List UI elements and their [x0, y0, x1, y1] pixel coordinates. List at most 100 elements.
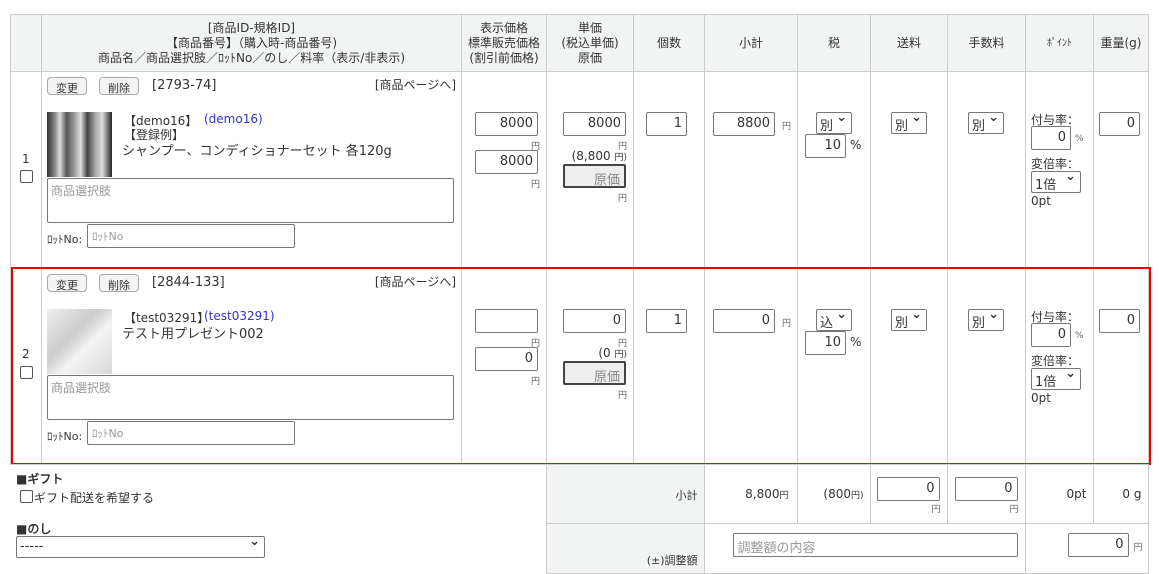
yen-label: 円)	[850, 491, 864, 501]
tax-rate-input[interactable]: 10	[805, 331, 846, 355]
product-id: [2793-74]	[152, 78, 217, 93]
summary-label: 小計	[675, 489, 698, 502]
subtotal-input[interactable]: 0	[713, 309, 775, 333]
cost-input[interactable]: 原価	[563, 361, 626, 385]
unit-price-cell: 0円 (0 円) 原価円	[546, 268, 634, 464]
row-number: 1	[22, 152, 30, 166]
table-row: 1 変更 削除 [2793-74] [商品ページへ] 【demo16】 (dem…	[10, 71, 1149, 269]
summary-weight-value: 0 g	[1122, 487, 1142, 501]
purchase-code-link[interactable]: (test03291)	[204, 309, 275, 323]
yen-label: 円	[617, 391, 627, 401]
multiplier-select[interactable]: 1倍	[1031, 169, 1081, 193]
percent-label: %	[850, 335, 862, 349]
option-textarea[interactable]: 商品選択肢	[47, 178, 454, 223]
points-value: 0pt	[1031, 194, 1051, 208]
percent-label: %	[850, 138, 862, 152]
gift-checkbox[interactable]	[20, 490, 33, 503]
shipping-cell: 別	[870, 71, 948, 269]
qty-input[interactable]: 1	[646, 309, 687, 333]
weight-input[interactable]: 0	[1099, 309, 1140, 333]
qty-input[interactable]: 1	[646, 112, 687, 136]
header-line: 原価	[577, 50, 602, 65]
summary-fee-input[interactable]: 0	[954, 477, 1018, 501]
row-select-checkbox[interactable]	[20, 170, 33, 183]
yen-label: 円	[782, 319, 792, 329]
tax-cell: 込10%	[797, 268, 871, 464]
product-page-link[interactable]: [商品ページへ]	[375, 76, 456, 93]
delete-button[interactable]: 削除	[99, 274, 139, 292]
display-price-input[interactable]: 8000	[475, 112, 538, 136]
product-cell: 変更 削除 [2793-74] [商品ページへ] 【demo16】 (demo1…	[41, 71, 462, 269]
header-point: ﾎﾟｲﾝﾄ	[1025, 14, 1094, 72]
delete-button[interactable]: 削除	[99, 77, 139, 95]
header-no	[10, 14, 42, 72]
std-price-input[interactable]: 0	[475, 347, 538, 371]
product-cell: 変更 削除 [2844-133] [商品ページへ] 【test03291】 (t…	[41, 268, 462, 464]
lot-label: ﾛｯﾄNo:	[47, 233, 83, 246]
header-weight: 重量(g)	[1093, 14, 1149, 72]
unit-price-input[interactable]: 0	[563, 309, 626, 333]
adjust-amount-input[interactable]: 0	[1067, 533, 1129, 557]
summary-tax: (800円)	[796, 464, 871, 524]
subtotal-input[interactable]: 8800	[713, 112, 775, 136]
std-price-input[interactable]: 8000	[475, 150, 538, 174]
header-line: 【商品番号】（購入時-商品番号)	[165, 35, 337, 50]
tax-rate-input[interactable]: 10	[805, 134, 846, 158]
grant-rate-input[interactable]: 0	[1031, 323, 1071, 347]
purchase-code-link[interactable]: (demo16)	[204, 112, 263, 126]
fee-select[interactable]: 別	[968, 110, 1004, 134]
fee-cell: 別	[947, 71, 1026, 269]
change-button[interactable]: 変更	[47, 77, 87, 95]
adjust-label: (±)調整額	[646, 554, 698, 567]
point-cell: 付与率： 0% 変倍率： 1倍 0pt	[1025, 71, 1094, 269]
header-product: [商品ID-規格ID] 【商品番号】（購入時-商品番号) 商品名／商品選択肢／ﾛｯﾄ…	[41, 14, 462, 72]
product-name: シャンプー、コンディショナーセット 各120g	[122, 144, 392, 159]
shipping-select[interactable]: 別	[891, 110, 927, 134]
grant-rate-input[interactable]: 0	[1031, 126, 1071, 150]
summary-label-cell: 小計	[545, 464, 705, 524]
weight-input[interactable]: 0	[1099, 112, 1140, 136]
header-unit: 単価 (税込単価) 原価	[546, 14, 634, 72]
gift-checkbox-label[interactable]: ギフト配送を希望する	[34, 489, 154, 506]
option-textarea[interactable]: 商品選択肢	[47, 375, 454, 420]
adjust-label-cell: (±)調整額	[545, 523, 705, 574]
summary-shipping-input[interactable]: 0	[876, 477, 940, 501]
point-cell: 付与率： 0% 変倍率： 1倍 0pt	[1025, 268, 1094, 464]
percent-label: %	[1075, 331, 1084, 341]
tax-type-select[interactable]: 別	[816, 110, 852, 134]
multiplier-select[interactable]: 1倍	[1031, 366, 1081, 390]
yen-label: 円	[1009, 505, 1019, 515]
yen-label: 円	[782, 122, 792, 132]
subtotal-cell: 8800 円	[704, 71, 798, 269]
qty-cell: 1	[633, 71, 705, 269]
lot-no-input[interactable]: ﾛｯﾄNo	[87, 224, 295, 248]
weight-cell: 0	[1093, 71, 1149, 269]
price-cell: 8000 円 8000 円	[461, 71, 547, 269]
yen-label: 円)	[614, 153, 627, 163]
yen-label: 円	[530, 180, 540, 190]
noshi-select[interactable]: -----	[16, 534, 265, 558]
header-line: [商品ID-規格ID]	[207, 20, 296, 35]
change-button[interactable]: 変更	[47, 274, 87, 292]
adjust-description-input[interactable]: 調整額の内容	[732, 533, 1018, 557]
product-id: [2844-133]	[152, 275, 225, 290]
qty-cell: 1	[633, 268, 705, 464]
shipping-select[interactable]: 別	[891, 307, 927, 331]
header-line: 表示価格	[479, 20, 528, 35]
tax-type-select[interactable]: 込	[816, 307, 852, 331]
product-image	[47, 112, 112, 177]
summary-table: ■ギフト ギフト配送を希望する ■のし ----- 小計 8,800円 (800…	[10, 464, 1149, 574]
header-line: 標準販売価格	[467, 35, 540, 50]
product-page-link[interactable]: [商品ページへ]	[375, 273, 456, 290]
yen-label: 円)	[614, 350, 627, 360]
fee-select[interactable]: 別	[968, 307, 1004, 331]
row-number: 2	[22, 347, 30, 361]
header-row: [商品ID-規格ID] 【商品番号】（購入時-商品番号) 商品名／商品選択肢／ﾛｯﾄ…	[10, 14, 1149, 72]
header-price: 表示価格 標準販売価格 (割引前価格)	[461, 14, 547, 72]
summary-shipping: 0円	[869, 464, 948, 524]
cost-input[interactable]: 原価	[563, 164, 626, 188]
unit-price-input[interactable]: 8000	[563, 112, 626, 136]
lot-no-input[interactable]: ﾛｯﾄNo	[87, 421, 295, 445]
display-price-input[interactable]	[475, 309, 538, 333]
row-select-checkbox[interactable]	[20, 366, 33, 379]
